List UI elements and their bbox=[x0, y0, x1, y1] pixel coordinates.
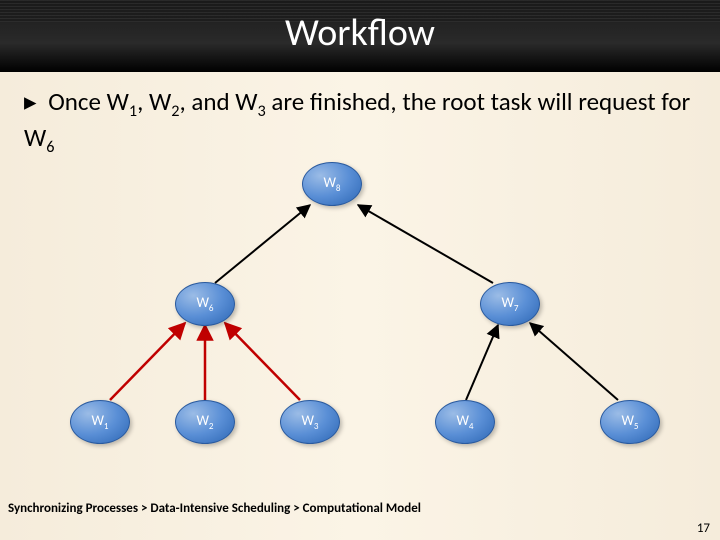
node-label: W7 bbox=[501, 296, 518, 313]
edges-layer bbox=[0, 0, 720, 540]
edge-w5-w7 bbox=[530, 323, 618, 400]
node-sub: 3 bbox=[314, 420, 319, 431]
node-w2: W2 bbox=[175, 400, 235, 444]
node-label: W5 bbox=[621, 414, 638, 431]
node-w7: W7 bbox=[480, 282, 540, 326]
edge-w6-w8 bbox=[215, 205, 310, 283]
node-prefix: W bbox=[456, 412, 468, 429]
node-label: W4 bbox=[456, 414, 473, 431]
node-sub: 2 bbox=[209, 420, 214, 431]
node-prefix: W bbox=[621, 412, 633, 429]
node-prefix: W bbox=[301, 412, 313, 429]
edge-w3-w6 bbox=[225, 323, 300, 400]
node-w4: W4 bbox=[435, 400, 495, 444]
node-w6: W6 bbox=[175, 282, 235, 326]
node-label: W6 bbox=[196, 296, 213, 313]
edge-w7-w8 bbox=[358, 205, 493, 283]
edge-w4-w7 bbox=[466, 325, 498, 400]
node-prefix: W bbox=[323, 174, 335, 191]
node-prefix: W bbox=[91, 412, 103, 429]
node-sub: 5 bbox=[634, 420, 639, 431]
node-w5: W5 bbox=[600, 400, 660, 444]
node-prefix: W bbox=[501, 294, 513, 311]
node-w1: W1 bbox=[70, 400, 130, 444]
node-sub: 8 bbox=[336, 182, 341, 193]
node-w8: W8 bbox=[302, 162, 362, 206]
node-sub: 6 bbox=[209, 302, 214, 313]
node-w3: W3 bbox=[280, 400, 340, 444]
page-number: 17 bbox=[697, 521, 710, 536]
breadcrumb: Synchronizing Processes > Data-Intensive… bbox=[8, 501, 421, 516]
edge-w1-w6 bbox=[110, 323, 185, 400]
node-prefix: W bbox=[196, 412, 208, 429]
node-label: W3 bbox=[301, 414, 318, 431]
node-label: W2 bbox=[196, 414, 213, 431]
node-sub: 4 bbox=[469, 420, 474, 431]
node-sub: 7 bbox=[514, 302, 519, 313]
node-sub: 1 bbox=[104, 420, 109, 431]
node-label: W1 bbox=[91, 414, 108, 431]
node-prefix: W bbox=[196, 294, 208, 311]
node-label: W8 bbox=[323, 176, 340, 193]
slide: Workflow ▸ Once W1, W2, and W3 are finis… bbox=[0, 0, 720, 540]
